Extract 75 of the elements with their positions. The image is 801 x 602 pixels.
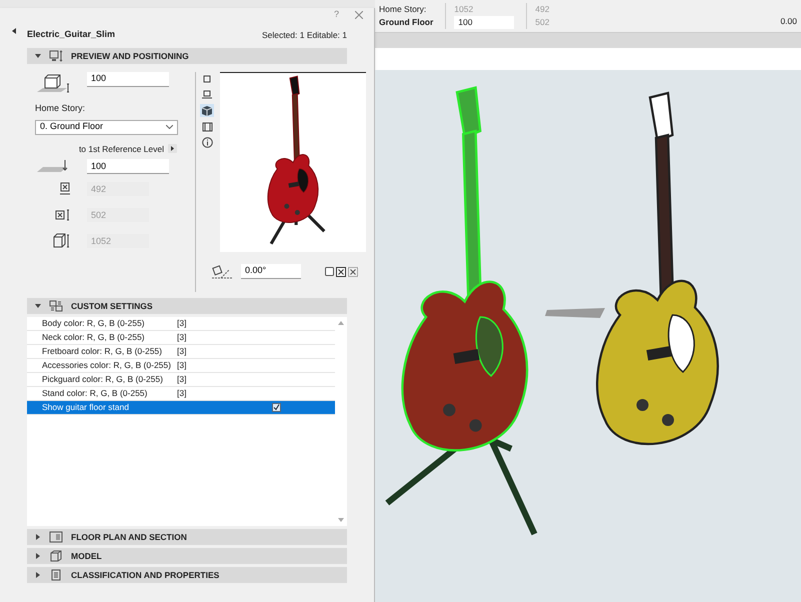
view-button[interactable] [200, 88, 214, 101]
home-story-value[interactable]: Ground Floor [379, 16, 434, 29]
settings-row[interactable]: Neck color: R, G, B (0-255) [3] [27, 331, 335, 345]
preview-icon [49, 50, 63, 62]
section-header[interactable]: CUSTOM SETTINGS [27, 298, 347, 314]
width-value: 492 [535, 3, 550, 16]
expanded-arrow-icon [35, 53, 41, 59]
section-header[interactable]: FLOOR PLAN AND SECTION [27, 529, 347, 545]
box-height-icon [53, 233, 71, 250]
section-header[interactable]: PREVIEW AND POSITIONING [27, 48, 347, 64]
settings-row[interactable]: Pickguard color: R, G, B (0-255) [3] [27, 373, 335, 387]
setting-name: Accessories color: R, G, B (0-255) [42, 359, 172, 372]
empty-checkbox-icon[interactable] [325, 267, 334, 276]
width-icon [59, 182, 71, 196]
expanded-arrow-icon [35, 303, 41, 309]
boxed-x-icon[interactable] [336, 266, 346, 276]
selection-info: Selected: 1 Editable: 1 [262, 28, 347, 42]
settings-row[interactable]: Accessories color: R, G, B (0-255) [3] [27, 359, 335, 373]
collapsed-arrow-icon [35, 572, 41, 578]
collapse-arrow-icon[interactable] [12, 28, 16, 34]
info-icon [202, 137, 212, 148]
setting-value: [3] [177, 331, 186, 344]
setting-name: Pickguard color: R, G, B (0-255) [42, 373, 164, 386]
setting-name: Stand color: R, G, B (0-255) [42, 387, 148, 400]
chevron-down-icon [166, 125, 173, 129]
object-name: Electric_Guitar_Slim [27, 28, 116, 42]
reference-label: to 1st Reference Level [78, 142, 164, 156]
laptop-icon [202, 90, 212, 99]
toolbar-label: Home Story: [379, 3, 428, 16]
field-label: Home Story: [35, 102, 86, 115]
view-button[interactable] [200, 120, 214, 133]
settings-row[interactable]: Fretboard color: R, G, B (0-255) [3] [27, 345, 335, 359]
settings-row[interactable]: Show guitar floor stand [27, 401, 335, 415]
document-icon [49, 569, 63, 581]
close-icon[interactable] [355, 11, 363, 19]
setting-value: [3] [177, 387, 186, 400]
depth-icon [55, 209, 71, 222]
elevation-field[interactable]: 100 [454, 16, 514, 29]
settings-grid-icon [49, 300, 63, 312]
play-arrow-icon[interactable] [168, 144, 177, 154]
setting-value: [3] [177, 345, 186, 358]
section-title: PREVIEW AND POSITIONING [71, 50, 189, 62]
setting-name: Neck color: R, G, B (0-255) [42, 331, 146, 344]
section-title: FLOOR PLAN AND SECTION [71, 530, 187, 544]
floor-plan-icon [49, 531, 63, 543]
depth-value: 502 [535, 16, 550, 29]
collapsed-arrow-icon [35, 553, 41, 559]
height-field[interactable]: 100 [87, 72, 169, 87]
cube-icon [202, 106, 212, 116]
setting-name: Body color: R, G, B (0-255) [42, 317, 146, 330]
dotted-x-icon[interactable] [348, 266, 358, 276]
angle-field[interactable]: 0.00° [241, 264, 301, 279]
section-title: MODEL [71, 550, 102, 562]
checkbox[interactable] [272, 403, 281, 412]
square-icon [203, 74, 211, 82]
section-header[interactable]: CLASSIFICATION AND PROPERTIES [27, 567, 347, 583]
angle-value: 0.00 [780, 15, 798, 28]
offset-field[interactable]: 100 [87, 159, 169, 174]
view-button[interactable] [200, 136, 214, 149]
home-story-dropdown[interactable]: 0. Ground Floor [35, 120, 178, 134]
setting-value: [3] [177, 359, 186, 372]
section-header[interactable]: MODEL [27, 548, 347, 564]
toolbar-value: 1052 [454, 3, 474, 16]
frame-icon [202, 122, 212, 132]
setting-value: [3] [177, 373, 186, 386]
setting-name: Fretboard color: R, G, B (0-255) [42, 345, 163, 358]
section-title: CLASSIFICATION AND PROPERTIES [71, 568, 220, 582]
view-button[interactable] [200, 104, 214, 117]
rotation-angle-icon [211, 264, 233, 278]
collapsed-arrow-icon [35, 534, 41, 540]
setting-value: [3] [177, 317, 186, 330]
setting-name: Show guitar floor stand [42, 401, 130, 414]
cube-icon [49, 550, 63, 562]
settings-row[interactable]: Body color: R, G, B (0-255) [3] [27, 317, 335, 331]
section-title: CUSTOM SETTINGS [71, 300, 153, 312]
